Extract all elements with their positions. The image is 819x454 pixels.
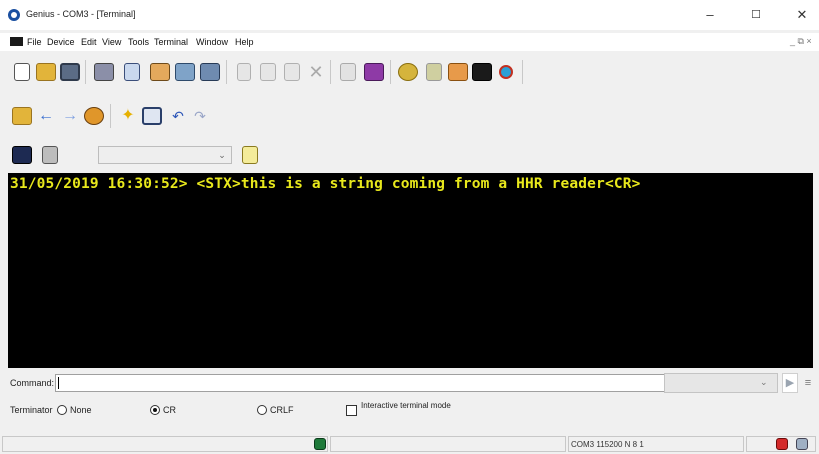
interactive-mode-label: Interactive terminal mode [361,401,451,410]
clipboard-list-icon[interactable] [336,60,360,84]
menu-help[interactable]: Help [235,37,254,47]
command-label: Command: [10,378,55,388]
device-open-icon[interactable] [148,60,172,84]
screen-window-icon[interactable] [140,104,164,128]
terminal-clear-icon[interactable] [38,143,62,167]
redo-icon[interactable]: ↷ [188,104,212,128]
window-title: Genius - COM3 - [Terminal] [26,9,136,19]
send-play-icon[interactable]: ▶ [782,373,798,393]
mdi-window-controls[interactable]: _ ⧉ × [790,36,812,47]
terminal-window-icon [10,37,23,46]
settings-cog-icon[interactable] [396,60,420,84]
port-settings-status: COM3 115200 N 8 1 [571,440,644,449]
radio-none[interactable] [57,405,67,415]
edit-pencil-icon[interactable] [82,104,106,128]
toolbar-separator [390,60,391,84]
list-lines-icon[interactable]: ≡ [800,373,816,393]
network-icon [794,436,810,452]
forward-arrow-icon[interactable]: → [58,104,82,128]
interactive-mode-checkbox[interactable] [346,405,357,416]
properties-sheet-icon[interactable] [120,60,144,84]
undo-icon[interactable]: ↶ [166,104,190,128]
radio-crlf-label: CRLF [270,405,294,415]
toolbar-separator [226,60,227,84]
radio-cr[interactable] [150,405,160,415]
book-icon[interactable] [362,60,386,84]
terminal-output[interactable] [8,173,813,368]
terminal-camera-icon[interactable] [10,143,34,167]
text-caret [58,377,59,389]
close-button[interactable]: ✕ [782,4,819,26]
menu-device[interactable]: Device [47,37,75,47]
radio-none-label: None [70,405,92,415]
radio-cr-label: CR [163,405,176,415]
menu-window[interactable]: Window [196,37,228,47]
cut-scissors-icon[interactable] [232,60,256,84]
terminal-screen-icon[interactable] [470,60,494,84]
menu-terminal[interactable]: Terminal [154,37,188,47]
delete-x-icon[interactable]: ✕ [304,60,328,84]
capture-icon[interactable] [446,60,470,84]
maximize-button[interactable]: ☐ [736,4,776,26]
app-logo-icon [8,9,20,21]
device-config-icon[interactable] [173,60,197,84]
folder-icon[interactable] [10,104,34,128]
status-panel [2,436,328,452]
copy-pages-icon[interactable] [256,60,280,84]
toolbar-separator [110,104,111,128]
minimize-button[interactable]: – [690,4,730,26]
radio-crlf[interactable] [257,405,267,415]
toolbar-separator [522,60,523,84]
terminal-view-dropdown[interactable] [98,146,232,164]
print-icon[interactable] [92,60,116,84]
wizard-icon[interactable] [494,60,518,84]
menu-tools[interactable]: Tools [128,37,149,47]
device-save-icon[interactable] [198,60,222,84]
toolbar-separator [85,60,86,84]
back-arrow-icon[interactable]: ← [34,104,58,128]
new-document-icon[interactable] [10,60,34,84]
chevron-down-icon[interactable]: ⌄ [760,377,768,388]
menu-edit[interactable]: Edit [81,37,97,47]
chevron-down-icon[interactable]: ⌄ [214,147,230,163]
highlight-star-icon[interactable]: ✦ [116,104,140,128]
toolbar-separator [330,60,331,84]
menu-bar [0,33,819,51]
paste-icon[interactable] [280,60,304,84]
menu-view[interactable]: View [102,37,121,47]
command-input[interactable] [55,374,675,392]
open-folder-icon[interactable] [34,60,58,84]
record-icon [774,436,790,452]
terminator-label: Terminator [10,405,53,415]
connect-plug-icon[interactable] [422,60,446,84]
save-disk-icon[interactable] [58,60,82,84]
terminal-line: 31/05/2019 16:30:52> <STX>this is a stri… [10,176,641,192]
notepad-icon[interactable] [238,143,262,167]
menu-file[interactable]: File [27,37,42,47]
connection-status-icon [312,436,328,452]
status-panel [330,436,566,452]
